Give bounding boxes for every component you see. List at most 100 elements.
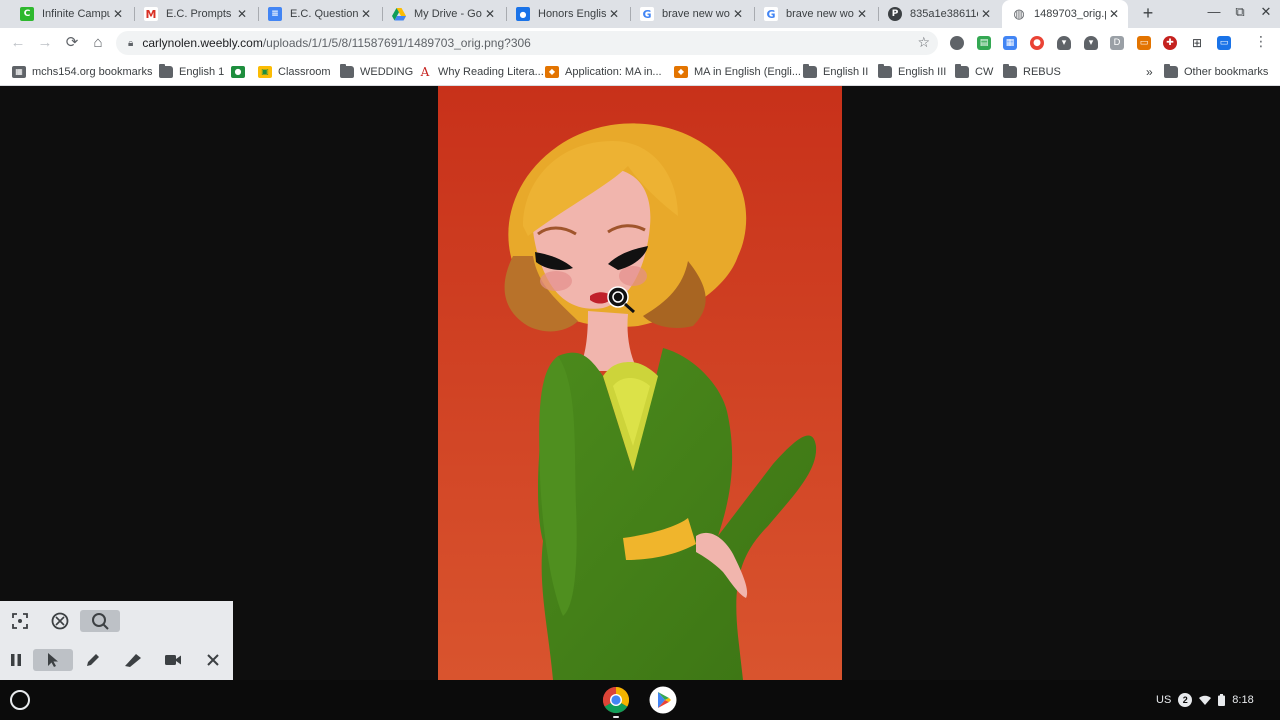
folder-icon (955, 64, 969, 78)
bookmark-classroom[interactable]: ▣ Classroom (258, 64, 331, 80)
google-search-icon: G (640, 7, 654, 21)
magnifier-tool-icon[interactable] (80, 610, 120, 632)
close-tab-icon[interactable]: ✕ (854, 7, 870, 21)
video-camera-icon[interactable] (160, 649, 186, 671)
close-window-icon[interactable]: ✕ (1254, 4, 1278, 24)
folder-icon (878, 64, 892, 78)
extension-shield-icon[interactable]: ▾ (1057, 36, 1071, 50)
chrome-menu-icon[interactable]: ⋮ (1254, 33, 1268, 53)
close-tab-icon[interactable]: ✕ (110, 7, 126, 21)
close-tab-icon[interactable]: ✕ (730, 7, 746, 21)
bookmark-ma-in-english[interactable]: ◆ MA in English (Engli... (674, 64, 801, 80)
classroom-icon: ● (231, 66, 245, 78)
address-bar[interactable]: 🔒︎ carlynolen.weebly.com/uploads/1/1/5/8… (116, 31, 938, 55)
bookmark-application-ma[interactable]: ◆ Application: MA in... (545, 64, 662, 80)
bookmark-classroom-icon-only[interactable]: ● (231, 64, 251, 80)
bookmark-other-bookmarks[interactable]: Other bookmarks (1164, 64, 1268, 80)
bookmark-folder-cw[interactable]: CW (955, 64, 993, 80)
play-store-icon[interactable] (649, 686, 677, 714)
magnifier-cursor-icon (607, 286, 635, 314)
folder-icon (159, 64, 173, 78)
bookmark-folder-english-1[interactable]: English 1 (159, 64, 224, 80)
clock: 8:18 (1232, 694, 1254, 706)
illustration-image (438, 86, 842, 680)
reload-icon[interactable]: ⟳ (62, 33, 82, 53)
pause-icon[interactable] (3, 649, 29, 671)
browser-toolbar: ← → ⟳ ⌂ 🔒︎ carlynolen.weebly.com/uploads… (0, 28, 1280, 58)
minimize-icon[interactable]: — (1202, 4, 1226, 24)
pointer-tool-icon[interactable] (33, 649, 73, 671)
tab-ec-prompts[interactable]: M E.C. Prompts - b ✕ (134, 0, 256, 28)
notification-count-badge: 2 (1178, 693, 1193, 707)
url-path: /uploads/1/1/5/8/11587691/1489703_orig.p… (262, 36, 531, 50)
bookmark-folder-wedding[interactable]: WEDDING (340, 64, 413, 80)
close-tab-icon[interactable]: ✕ (978, 7, 994, 21)
extension-d-icon[interactable]: D (1110, 36, 1124, 50)
screen-capture-toolbar (0, 601, 233, 680)
extensions-grid-icon[interactable]: ⊞ (1190, 36, 1204, 50)
extension-shield-2-icon[interactable]: ▾ (1084, 36, 1098, 50)
bookmarks-bar: ▦ mchs154.org bookmarks English 1 ● ▣ Cl… (0, 58, 1280, 86)
forward-arrow-icon[interactable]: → (35, 33, 55, 53)
tab-strip: C Infinite Campus ✕ M E.C. Prompts - b ✕… (0, 0, 1280, 28)
image-viewer (0, 86, 1280, 680)
extension-calendar-icon[interactable]: ▦ (1003, 36, 1017, 50)
launcher-icon[interactable] (10, 690, 30, 710)
bookmark-folder-english-3[interactable]: English III (878, 64, 946, 80)
tab-active-image[interactable]: ◍ 1489703_orig.p ✕ (1002, 0, 1128, 28)
tab-brave-new-world-1[interactable]: G brave new worl ✕ (630, 0, 752, 28)
folder-icon (1164, 64, 1178, 78)
close-tab-icon[interactable]: ✕ (358, 7, 374, 21)
bookmark-apps-icon: ▦ (12, 66, 26, 78)
keyboard-layout: US (1156, 694, 1172, 706)
close-tab-icon[interactable]: ✕ (1106, 7, 1122, 21)
university-icon: ◆ (674, 66, 688, 78)
tab-infinite-campus[interactable]: C Infinite Campus ✕ (10, 0, 132, 28)
close-capture-icon[interactable] (200, 649, 226, 671)
chromeos-desktop: C Infinite Campus ✕ M E.C. Prompts - b ✕… (0, 0, 1280, 720)
pinterest-icon: P (888, 7, 902, 21)
new-tab-button[interactable]: + (1138, 4, 1158, 24)
bookmark-mchs154[interactable]: ▦ mchs154.org bookmarks (12, 64, 152, 80)
highlighter-tool-icon[interactable] (120, 649, 146, 671)
close-tab-icon[interactable]: ✕ (234, 7, 250, 21)
extension-circle-icon[interactable] (950, 36, 964, 50)
chromeos-shelf: US 2 8:18 (0, 680, 1280, 720)
tab-brave-new-world-2[interactable]: G brave new worl ✕ (754, 0, 876, 28)
folder-icon (340, 64, 354, 78)
pen-tool-icon[interactable] (80, 649, 106, 671)
lock-icon: 🔒︎ (128, 37, 134, 49)
status-tray[interactable]: US 2 8:18 (1156, 688, 1254, 712)
bookmark-star-icon[interactable]: ☆ (917, 34, 930, 51)
bookmark-folder-english-2[interactable]: English II (803, 64, 868, 80)
bookmark-folder-rebus[interactable]: REBUS (1003, 64, 1061, 80)
google-search-icon: G (764, 7, 778, 21)
tab-honors-english[interactable]: ● Honors English ✕ (506, 0, 628, 28)
tab-pinterest-image[interactable]: P 835a1e38611e ✕ (878, 0, 1000, 28)
globe-icon: ◍ (1012, 6, 1026, 22)
chrome-running-indicator (613, 716, 619, 718)
url-host: carlynolen.weebly.com (142, 36, 263, 50)
extension-screen-icon[interactable]: ▭ (1137, 36, 1151, 50)
tab-ec-question[interactable]: ≡ E.C. Question 2 ✕ (258, 0, 380, 28)
tab-my-drive[interactable]: My Drive - Goog ✕ (382, 0, 504, 28)
bookmarks-overflow-button[interactable]: » (1146, 64, 1153, 80)
close-tab-icon[interactable]: ✕ (482, 7, 498, 21)
extension-cast-icon[interactable]: ▤ (977, 36, 991, 50)
bookmark-why-reading-literature[interactable]: A Why Reading Litera... (418, 64, 544, 80)
restore-window-icon[interactable]: ⧉ (1228, 4, 1252, 24)
chrome-app-icon[interactable] (602, 686, 630, 714)
extension-monitor-icon[interactable]: ▭ (1217, 36, 1231, 50)
google-docs-icon: ≡ (268, 7, 282, 21)
classroom-icon: ▣ (258, 66, 272, 78)
extension-record-icon[interactable]: ● (1030, 36, 1044, 50)
capture-region-icon[interactable] (7, 610, 33, 632)
classroom-person-icon: ● (516, 7, 530, 21)
extension-red-icon[interactable]: ✚ (1163, 36, 1177, 50)
battery-icon (1218, 694, 1226, 706)
back-arrow-icon[interactable]: ← (8, 33, 28, 53)
capture-fullscreen-icon[interactable] (47, 610, 73, 632)
infinite-campus-icon: C (20, 7, 34, 21)
close-tab-icon[interactable]: ✕ (606, 7, 622, 21)
home-icon[interactable]: ⌂ (88, 33, 108, 53)
